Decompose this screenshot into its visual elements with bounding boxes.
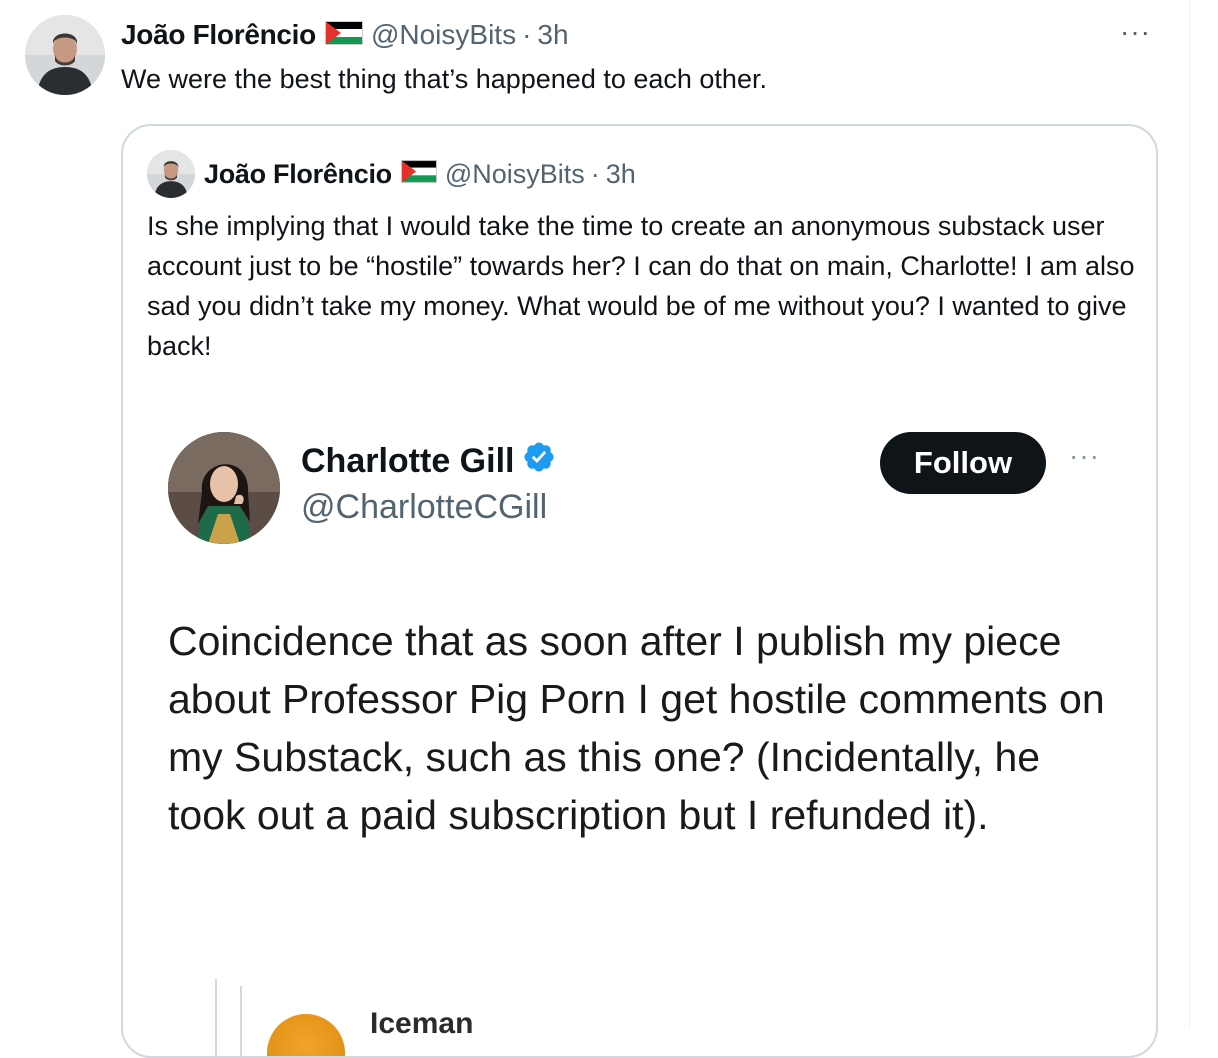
charlotte-handle: @CharlotteCGill xyxy=(301,488,548,526)
quoted-tweet-text: Is she implying that I would take the ti… xyxy=(147,211,1135,361)
palestine-flag-icon xyxy=(324,20,363,50)
more-icon[interactable]: ··· xyxy=(1120,18,1151,46)
tweet-header: João Florêncio @NoisyBits · 3h xyxy=(121,16,569,54)
more-icon: ··· xyxy=(1069,440,1100,471)
palestine-flag-icon xyxy=(400,160,437,188)
quoted-author-name: João Florêncio xyxy=(204,158,392,189)
quoted-author-handle: @NoisyBits xyxy=(444,158,585,189)
embedded-screenshot: Charlotte Gill @CharlotteCGill Follow ··… xyxy=(123,386,1156,1056)
verified-badge-icon xyxy=(522,440,556,483)
charlotte-avatar xyxy=(168,432,280,544)
charlotte-name-text: Charlotte Gill xyxy=(301,442,515,480)
author-avatar[interactable] xyxy=(25,15,105,95)
iceman-avatar xyxy=(267,1014,345,1056)
charlotte-name: Charlotte Gill xyxy=(301,440,556,483)
separator-dot: · xyxy=(522,19,532,50)
thread-line xyxy=(215,979,217,1056)
quoted-timestamp: 3h xyxy=(605,158,636,189)
quoted-tweet-header: João Florêncio @NoisyBits · 3h xyxy=(204,156,636,192)
charlotte-tweet-text: Coincidence that as soon after I publish… xyxy=(168,618,1105,838)
separator-dot: · xyxy=(590,158,600,189)
author-handle[interactable]: @NoisyBits xyxy=(371,19,516,51)
thread-line xyxy=(240,986,242,1056)
author-name[interactable]: João Florêncio xyxy=(121,19,316,51)
timeline-border xyxy=(1189,0,1190,1028)
tweet-timestamp[interactable]: 3h xyxy=(537,19,568,51)
quoted-tweet[interactable]: João Florêncio @NoisyBits · 3h Is she im… xyxy=(121,124,1158,1058)
tweet-text: We were the best thing that’s happened t… xyxy=(121,64,767,94)
quoted-author-avatar xyxy=(147,150,195,198)
iceman-name: Iceman xyxy=(370,1007,474,1040)
follow-button: Follow xyxy=(880,432,1046,494)
